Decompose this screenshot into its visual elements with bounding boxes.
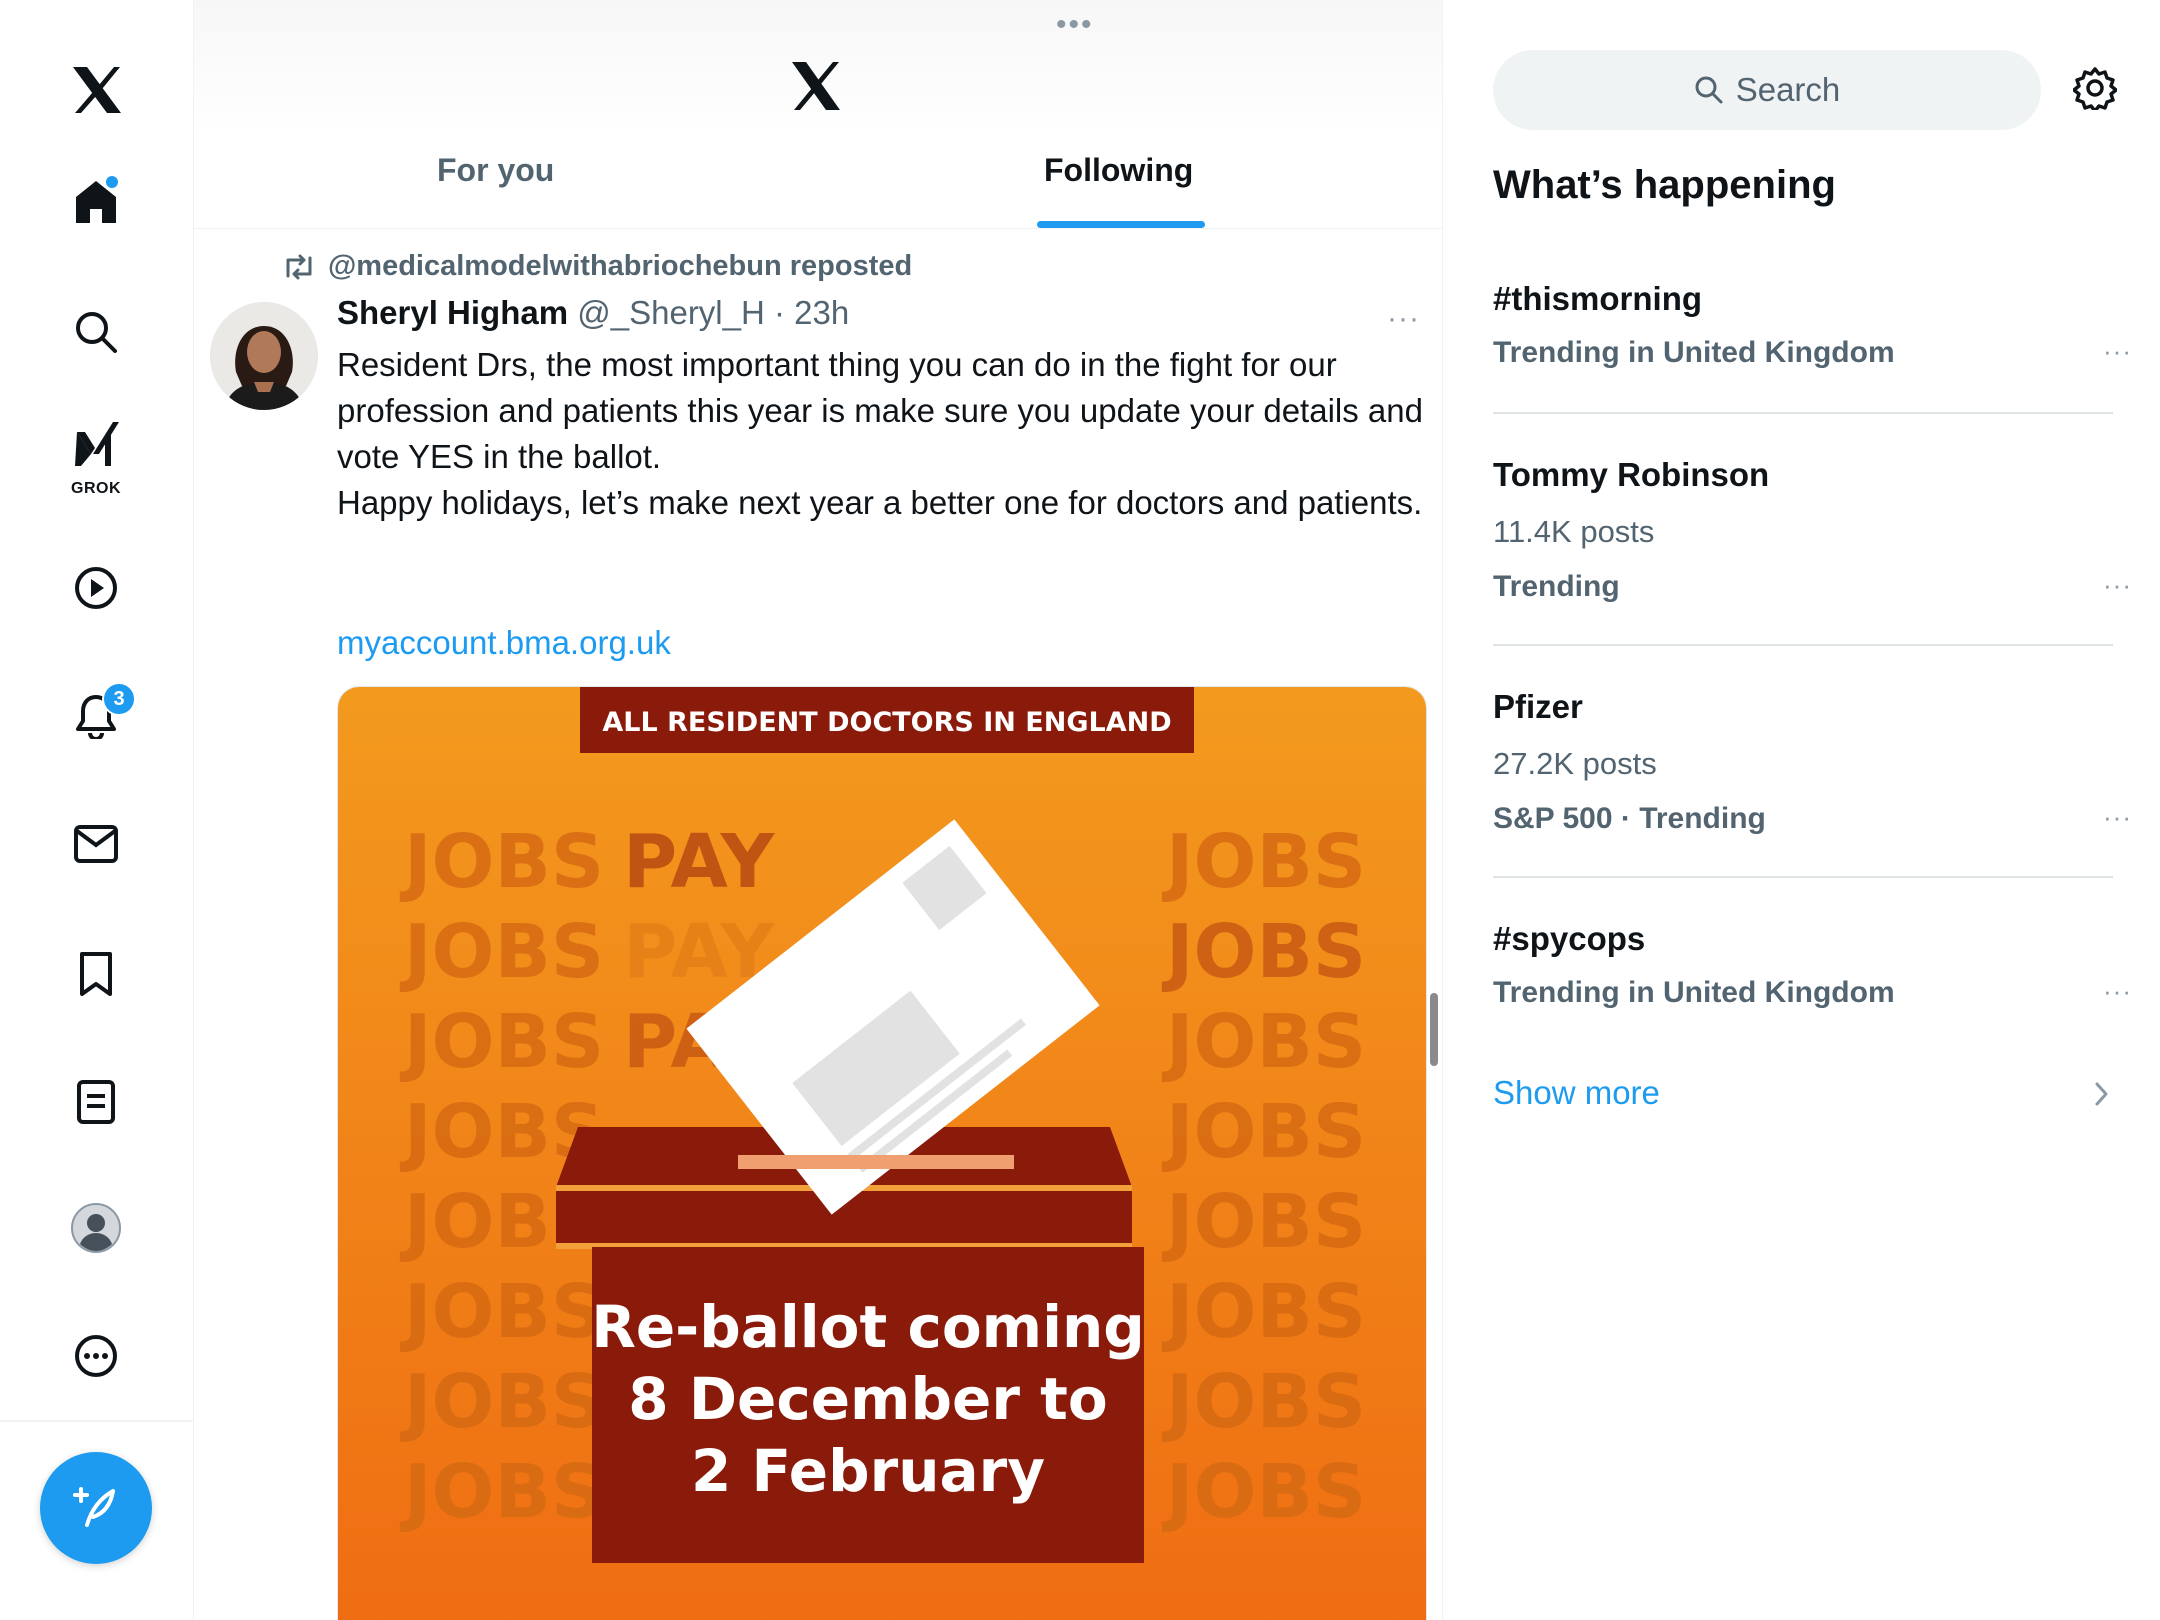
grok-icon[interactable]: GROK: [58, 418, 134, 508]
nav-divider: [0, 1420, 193, 1422]
tab-following[interactable]: Following: [1044, 152, 1193, 228]
tab-for-you[interactable]: For you: [437, 152, 554, 228]
trend-more-button[interactable]: ···: [2103, 336, 2132, 367]
ballot-text-line2: 8 December to: [628, 1365, 1107, 1433]
active-tab-indicator: [1037, 221, 1205, 228]
trend-meta: S&P 500 · Trending: [1493, 802, 1766, 835]
bg-word: JOBS: [399, 1449, 604, 1535]
bg-word: JOBS: [1161, 999, 1366, 1085]
bg-word: JOBS: [1161, 1089, 1366, 1175]
divider: [1493, 644, 2113, 646]
post-link[interactable]: myaccount.bma.org.uk: [337, 624, 671, 662]
right-sidebar: Search What’s happening #thismorning Tre…: [1442, 0, 2160, 1620]
trend-more-button[interactable]: ···: [2103, 570, 2132, 601]
banner-text: ALL RESIDENT DOCTORS IN ENGLAND: [602, 707, 1171, 738]
show-more-link[interactable]: Show more: [1493, 1074, 1660, 1112]
trend-meta: Trending: [1493, 570, 1620, 603]
video-icon[interactable]: [58, 550, 134, 626]
post-text-line: Happy holidays, let’s make next year a b…: [337, 484, 1423, 521]
bg-word: JOBS: [1161, 1359, 1366, 1445]
compose-icon: [73, 1487, 115, 1527]
trend-more-button[interactable]: ···: [2103, 802, 2132, 833]
bg-word: JOBS: [399, 819, 604, 905]
notifications-icon[interactable]: 3: [58, 678, 136, 754]
trend-title: Pfizer: [1493, 688, 1583, 725]
bg-word: JOBS: [1161, 1269, 1366, 1355]
bg-word: JOBS: [1161, 1449, 1366, 1535]
left-navigation: GROK 3: [0, 0, 194, 1620]
trend-item[interactable]: #thismorning Trending in United Kingdom …: [1493, 270, 2131, 420]
profile-icon[interactable]: [58, 1190, 134, 1266]
more-icon[interactable]: [58, 1318, 134, 1394]
bg-word: JOBS: [1161, 1179, 1366, 1265]
search-icon[interactable]: [58, 294, 134, 370]
divider: [1493, 412, 2113, 414]
bookmarks-icon[interactable]: [58, 936, 134, 1012]
search-icon: [1695, 76, 1723, 104]
section-title: What’s happening: [1493, 163, 1836, 207]
home-unread-dot: [104, 174, 120, 190]
post-text-line: Resident Drs, the most important thing y…: [337, 346, 1423, 475]
divider: [1493, 876, 2113, 878]
trend-item[interactable]: #spycops Trending in United Kingdom ···: [1493, 910, 2131, 1030]
repost-indicator: @medicalmodelwithabriochebun reposted: [282, 250, 912, 283]
scrollbar-thumb[interactable]: [1430, 993, 1438, 1066]
ballot-text-line1: Re-ballot coming: [591, 1293, 1145, 1361]
repost-icon: [286, 254, 312, 279]
trend-meta: Trending in United Kingdom: [1493, 976, 1895, 1009]
window-menu-dots[interactable]: •••: [1056, 8, 1094, 42]
gear-icon[interactable]: [2072, 66, 2118, 115]
bg-word: JOBS: [399, 909, 604, 995]
trend-item[interactable]: Tommy Robinson 11.4K posts Trending ···: [1493, 444, 2131, 646]
home-icon[interactable]: [58, 164, 134, 240]
grok-label: GROK: [71, 480, 121, 497]
repost-label[interactable]: @medicalmodelwithabriochebun reposted: [328, 250, 912, 283]
post-more-button[interactable]: ···: [1387, 302, 1420, 336]
timeline-header: ••• For you Following: [194, 0, 1442, 229]
trend-post-count: 11.4K posts: [1493, 514, 1655, 549]
trend-more-button[interactable]: ···: [2103, 976, 2132, 1007]
trend-meta: Trending in United Kingdom: [1493, 336, 1895, 369]
bg-word: JOBS: [1161, 819, 1366, 905]
timeline-column: ••• For you Following @medicalmodelwitha…: [194, 0, 1442, 1620]
notification-count-badge: 3: [102, 682, 136, 716]
search-placeholder: Search: [1735, 71, 1841, 108]
ballot-text-line3: 2 February: [691, 1437, 1045, 1505]
x-logo-icon[interactable]: [790, 62, 840, 115]
trend-post-count: 27.2K posts: [1493, 746, 1657, 781]
chevron-right-icon: [2093, 1080, 2109, 1113]
post-image[interactable]: JOBS PAY JOBS JOBS PAY JOBS JOBS PAY JOB…: [337, 686, 1427, 1620]
bg-word: JOBS: [399, 1269, 604, 1355]
lists-icon[interactable]: [58, 1064, 134, 1140]
author-handle-time[interactable]: @_Sheryl_H · 23h: [577, 294, 849, 331]
trend-title: Tommy Robinson: [1493, 456, 1770, 493]
bg-word: JOBS: [1161, 909, 1366, 995]
author-name[interactable]: Sheryl Higham: [337, 294, 568, 331]
search-input[interactable]: Search: [1493, 50, 2041, 130]
post-text: Resident Drs, the most important thing y…: [337, 342, 1427, 526]
messages-icon[interactable]: [58, 806, 134, 882]
x-logo-icon[interactable]: [58, 52, 134, 128]
avatar[interactable]: [210, 302, 318, 410]
bg-word: JOBS: [399, 1359, 604, 1445]
bg-word: JOBS: [399, 999, 604, 1085]
trend-title: #thismorning: [1493, 280, 1703, 317]
bg-word: PAY: [623, 819, 776, 905]
compose-button[interactable]: [40, 1452, 152, 1564]
trend-title: #spycops: [1493, 920, 1646, 957]
trend-item[interactable]: Pfizer 27.2K posts S&P 500 · Trending ··…: [1493, 676, 2131, 878]
